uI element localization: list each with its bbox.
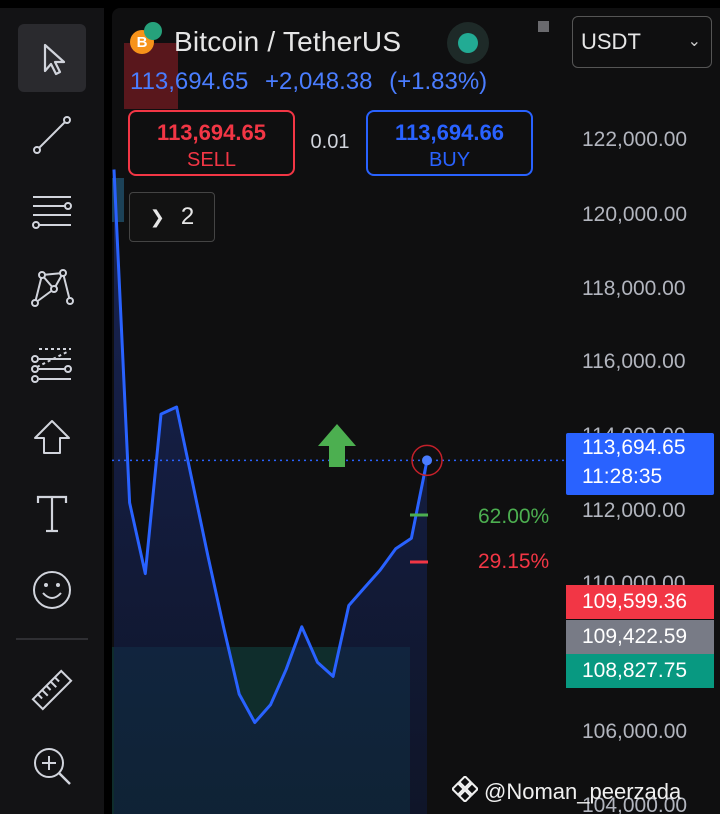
take-profit-percent: 62.00% (478, 505, 550, 528)
cursor-tool[interactable] (18, 24, 86, 92)
market-status-indicator[interactable] (447, 22, 489, 64)
currency-value: USDT (581, 29, 641, 54)
chevron-down-icon: ❯ (149, 206, 165, 227)
last-price-dot (422, 455, 432, 466)
mid-level-tag: 109,422.59 (566, 620, 714, 654)
currency-select[interactable]: USDT ⌄ (572, 16, 712, 68)
axis-label: 112,000.00 (582, 499, 686, 522)
smiley-icon (33, 571, 71, 609)
emoji-tool[interactable] (18, 556, 86, 624)
chevron-down-icon: ⌄ (687, 33, 701, 50)
stop-icon[interactable] (538, 21, 549, 32)
text-icon (36, 495, 68, 533)
buy-button[interactable]: 113,694.66 BUY (366, 110, 533, 176)
indicators-count: 2 (180, 203, 195, 230)
trend-line-tool[interactable] (18, 100, 86, 168)
buy-level-tag: 108,827.75 (566, 654, 714, 688)
buy-label: BUY (428, 149, 471, 171)
sell-level-tag: 109,599.36 (566, 585, 714, 619)
toolbar-divider (16, 638, 88, 640)
cursor-icon (43, 43, 66, 76)
text-tool[interactable] (18, 480, 86, 548)
price-change-percent: (+1.83%) (389, 68, 488, 95)
forecast-tool[interactable] (18, 328, 86, 396)
ruler-tool[interactable] (18, 656, 86, 724)
price-area (114, 169, 427, 814)
buy-price: 113,694.66 (395, 120, 504, 145)
arrow-up-tool[interactable] (18, 404, 86, 472)
last-price: 113,694.65 (130, 68, 249, 95)
forecast-icon (31, 348, 72, 383)
tether-icon (144, 22, 162, 40)
horizontal-lines-icon (32, 196, 72, 229)
symbol-title: Bitcoin / TetherUS (174, 26, 402, 57)
axis-label: 122,000.00 (582, 128, 688, 151)
symbol-header[interactable]: B Bitcoin / TetherUS (130, 22, 401, 62)
binance-logo-icon (450, 774, 480, 808)
axis-label: 106,000.00 (582, 720, 688, 743)
stop-loss-percent: 29.15% (478, 550, 550, 573)
sell-label: SELL (187, 149, 236, 171)
current-price-tag: 113,694.65 11:28:35 (566, 433, 714, 495)
sell-price: 113,694.65 (157, 120, 266, 145)
axis-label: 120,000.00 (582, 203, 688, 226)
market-open-dot (458, 33, 478, 53)
arrow-up-icon (34, 420, 70, 454)
spread-value: 0.01 (310, 131, 350, 153)
pattern-tool[interactable] (18, 252, 86, 320)
bar-countdown: 11:28:35 (582, 465, 663, 488)
price-change: +2,048.38 (265, 68, 373, 95)
axis-label: 116,000.00 (582, 350, 686, 373)
pattern-icon (31, 269, 74, 307)
horizontal-lines-tool[interactable] (18, 176, 86, 244)
watermark: @Noman_peerzada (450, 774, 682, 808)
sell-button[interactable]: 113,694.65 SELL (128, 110, 295, 176)
drawing-toolbar (0, 8, 104, 814)
watermark-text: @Noman_peerzada (484, 779, 682, 804)
price-summary: 113,694.65 +2,048.38 (+1.83%) (130, 68, 497, 96)
trend-line-icon (33, 116, 71, 154)
indicators-collapse-button[interactable]: ❯ 2 (129, 192, 215, 242)
zoom-tool[interactable] (18, 732, 86, 800)
current-price-tag-value: 113,694.65 (582, 436, 686, 459)
zoom-in-icon (34, 748, 71, 785)
ruler-icon (31, 669, 73, 711)
axis-label: 118,000.00 (582, 277, 686, 300)
